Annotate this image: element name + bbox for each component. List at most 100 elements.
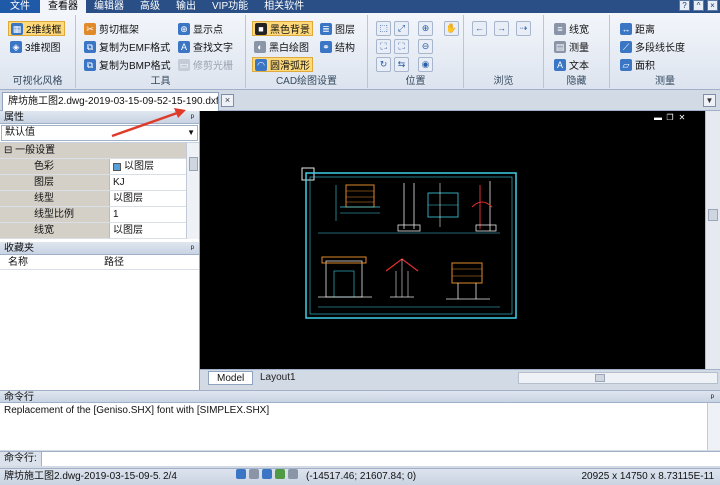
menu-editor[interactable]: 编辑器 [86,0,132,13]
show-points-button[interactable]: ⊕ 显示点 [176,21,225,36]
menu-vip[interactable]: VIP功能 [204,0,256,13]
pin-icon[interactable]: ᵖ [191,242,194,255]
drawing-canvas[interactable]: ▬ ❐ ✕ [200,111,705,369]
grid-icon[interactable] [249,469,259,479]
command-scrollbar[interactable] [707,403,720,450]
find-text-icon: A [178,40,190,53]
structure-button[interactable]: ⚭ 结构 [318,39,357,54]
menu-file[interactable]: 文件 [0,0,40,13]
copy-emf-button[interactable]: ⧉ 复制为EMF格式 [82,39,172,54]
clip-frame-button[interactable]: ✂ 剪切框架 [82,21,141,36]
ribbon-group-label: CAD绘图设置 [275,76,338,87]
ribbon-group-visual-style: ▦ 2维线框 ◈ 3维视图 可视化风格 [0,15,76,88]
command-input-row: 命令行: [0,451,720,466]
close-tab-icon[interactable]: × [221,94,234,107]
orbit-icon[interactable]: ◉ [418,57,433,72]
section-view-2 [471,181,497,232]
measure-toggle-button[interactable]: ▤ 测量 [552,39,591,54]
black-white-icon: ◐ [254,40,266,53]
forward-arrow-icon[interactable]: → [494,21,509,36]
wall-detail [446,262,490,300]
snap-icon[interactable] [236,469,246,479]
tab-layout1[interactable]: Layout1 [252,371,304,385]
document-tab[interactable]: 牌坊施工图2.dwg-2019-03-15-09-52-15-190.dxf [2,92,219,111]
ribbon-group-browse: ← → ⇢ 浏览 [464,15,544,88]
copy-bmp-button[interactable]: ⧉ 复制为BMP格式 [82,57,173,72]
property-key: 图层 [0,175,110,190]
property-row[interactable]: 线型比例 1 [0,207,199,223]
properties-selector[interactable]: 默认值 ▼ [1,125,198,141]
trim-raster-button[interactable]: ▭ 修剪光栅 [176,57,235,72]
canvas-vertical-scrollbar[interactable] [705,111,720,369]
pin-icon[interactable]: ᵖ [191,111,194,124]
layout-tab-bar: Model Layout1 [200,369,720,385]
help-button[interactable]: ? [679,0,690,11]
polyline-length-button[interactable]: ⟋ 多段线长度 [618,39,687,54]
tab-model[interactable]: Model [208,371,254,385]
scrollbar-thumb[interactable] [595,374,605,382]
clip-frame-icon: ✂ [84,22,96,35]
status-page-count: 2/4 [163,471,177,482]
pan-hand-icon[interactable]: ✋ [444,21,459,36]
text-toggle-button[interactable]: A 文本 [552,57,591,72]
scrollbar-thumb[interactable] [708,209,718,221]
black-background-icon: ■ [255,22,267,35]
layers-button[interactable]: ≣ 图层 [318,21,357,36]
property-key: 色彩 [0,159,110,174]
area-button[interactable]: ▱ 面积 [618,57,657,72]
zoom-extents-icon[interactable]: ⤢ [394,21,409,36]
fit-selection-icon[interactable]: ⛶ [394,39,409,54]
property-row[interactable]: 线宽 以图层 [0,223,199,239]
property-category[interactable]: ⊟ 一般设置 [0,143,199,159]
column-name[interactable]: 名称 [0,255,96,269]
menu-bar: 文件 查看器 编辑器 高级 输出 VIP功能 相关软件 ? ^ × [0,0,720,13]
close-window-button[interactable]: × [707,0,718,11]
polyline-icon: ⟋ [620,40,632,53]
roof-detail [385,258,419,298]
lineweight-display-icon[interactable] [275,469,285,479]
wireframe-2d-button[interactable]: ▦ 2维线框 [8,21,65,36]
properties-header: 属性 ᵖ [0,111,199,124]
distance-button[interactable]: ↔ 距离 [618,21,657,36]
find-text-button[interactable]: A 查找文字 [176,39,235,54]
zoom-window-icon[interactable]: ⬚ [376,21,391,36]
menu-related-software[interactable]: 相关软件 [256,0,312,13]
command-input[interactable] [42,452,720,466]
tab-list-dropdown-icon[interactable]: ▼ [703,94,716,107]
smooth-arc-button[interactable]: ◠ 圆滑弧形 [252,57,313,72]
property-row[interactable]: 线型 以图层 [0,191,199,207]
back-arrow-icon[interactable]: ← [472,21,487,36]
favorites-header: 收藏夹 ᵖ [0,242,199,255]
canvas-horizontal-scrollbar[interactable] [518,372,718,384]
menu-viewer[interactable]: 查看器 [40,0,86,13]
zoom-in-icon[interactable]: ⊕ [418,21,433,36]
mirror-icon[interactable]: ⇆ [394,57,409,72]
fit-view-icon[interactable]: ⛶ [376,39,391,54]
ribbon-group-tools: ✂ 剪切框架 ⧉ 复制为EMF格式 ⧉ 复制为BMP格式 ⊕ 显示点 A 查找文… [76,15,246,88]
gate-elevation [318,256,372,298]
ribbon: ▦ 2维线框 ◈ 3维视图 可视化风格 ✂ 剪切框架 ⧉ 复制为EMF格式 ⧉ … [0,13,720,90]
lineweight-button[interactable]: ≡ 线宽 [552,21,591,36]
model-space-icon[interactable] [288,469,298,479]
zoom-out-icon[interactable]: ⊖ [418,39,433,54]
black-background-button[interactable]: ■ 黑色背景 [252,21,313,36]
properties-scrollbar[interactable] [186,143,199,239]
cad-drawing [301,167,517,319]
collapse-ribbon-button[interactable]: ^ [693,0,704,11]
view-3d-button[interactable]: ◈ 3维视图 [8,39,63,54]
property-row[interactable]: 图层 KJ [0,175,199,191]
menu-advanced[interactable]: 高级 [132,0,168,13]
rotate-icon[interactable]: ↻ [376,57,391,72]
ribbon-group-label: 可视化风格 [12,76,63,87]
collapse-icon[interactable]: ⊟ [4,145,12,156]
menu-output[interactable]: 输出 [168,0,204,13]
ortho-icon[interactable] [262,469,272,479]
command-input-label: 命令行: [0,452,42,466]
column-path[interactable]: 路径 [96,255,192,269]
next-arrow-icon[interactable]: ⇢ [516,21,531,36]
scrollbar-thumb[interactable] [189,157,198,171]
ribbon-group-measure: ↔ 距离 ⟋ 多段线长度 ▱ 面积 测量 [610,15,720,88]
elevation-view [335,184,380,221]
black-white-drawing-button[interactable]: ◐ 黑白绘图 [252,39,311,54]
property-row[interactable]: 色彩 以图层 [0,159,199,175]
